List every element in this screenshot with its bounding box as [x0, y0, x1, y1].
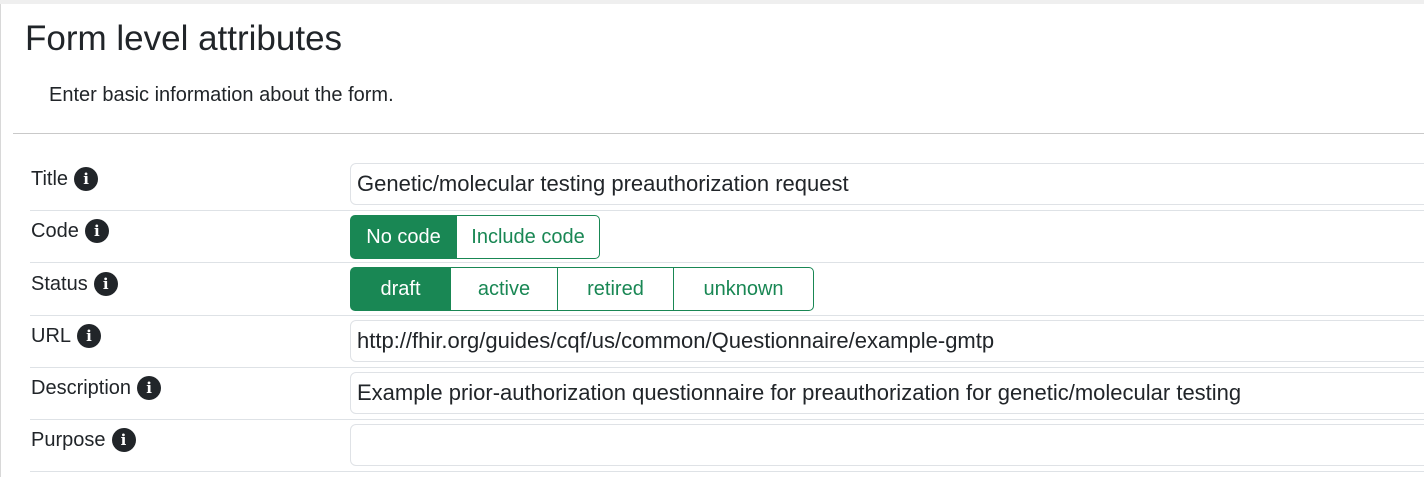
no-code-button[interactable]: No code	[350, 215, 457, 259]
row-divider	[30, 471, 1424, 472]
description-input[interactable]	[350, 372, 1424, 414]
title-label-text: Title	[31, 168, 69, 190]
title-input[interactable]	[350, 163, 1424, 205]
row-divider	[30, 210, 1424, 211]
status-active-button[interactable]: active	[450, 267, 558, 311]
row-divider	[30, 367, 1424, 368]
row-divider	[30, 419, 1424, 420]
row-divider	[30, 262, 1424, 263]
top-band	[0, 0, 1424, 4]
code-label-text: Code	[31, 220, 79, 242]
code-label: Code i	[31, 218, 109, 244]
code-info-icon[interactable]: i	[84, 219, 109, 243]
status-label-text: Status	[31, 273, 88, 295]
left-border	[0, 4, 1, 477]
row-divider	[30, 315, 1424, 316]
status-label: Status i	[31, 271, 118, 297]
page-subtitle: Enter basic information about the form.	[49, 84, 394, 106]
status-draft-button[interactable]: draft	[350, 267, 451, 311]
purpose-input[interactable]	[350, 424, 1424, 466]
page-title: Form level attributes	[25, 19, 343, 58]
status-info-icon[interactable]: i	[93, 272, 118, 296]
description-label: Description i	[31, 375, 162, 401]
url-label: URL i	[31, 323, 102, 349]
status-toggle-group: draft active retired unknown	[350, 267, 814, 311]
purpose-label: Purpose i	[31, 427, 136, 453]
title-label: Title i	[31, 166, 99, 192]
url-info-icon[interactable]: i	[77, 324, 102, 348]
purpose-info-icon[interactable]: i	[111, 428, 136, 452]
purpose-label-text: Purpose	[31, 429, 106, 451]
header-divider	[13, 133, 1424, 134]
status-retired-button[interactable]: retired	[557, 267, 674, 311]
title-info-icon[interactable]: i	[74, 167, 99, 191]
description-info-icon[interactable]: i	[137, 376, 162, 400]
url-input[interactable]	[350, 320, 1424, 362]
status-unknown-button[interactable]: unknown	[673, 267, 814, 311]
include-code-button[interactable]: Include code	[456, 215, 600, 259]
description-label-text: Description	[31, 377, 132, 399]
code-toggle-group: No code Include code	[350, 215, 600, 259]
url-label-text: URL	[31, 325, 72, 347]
